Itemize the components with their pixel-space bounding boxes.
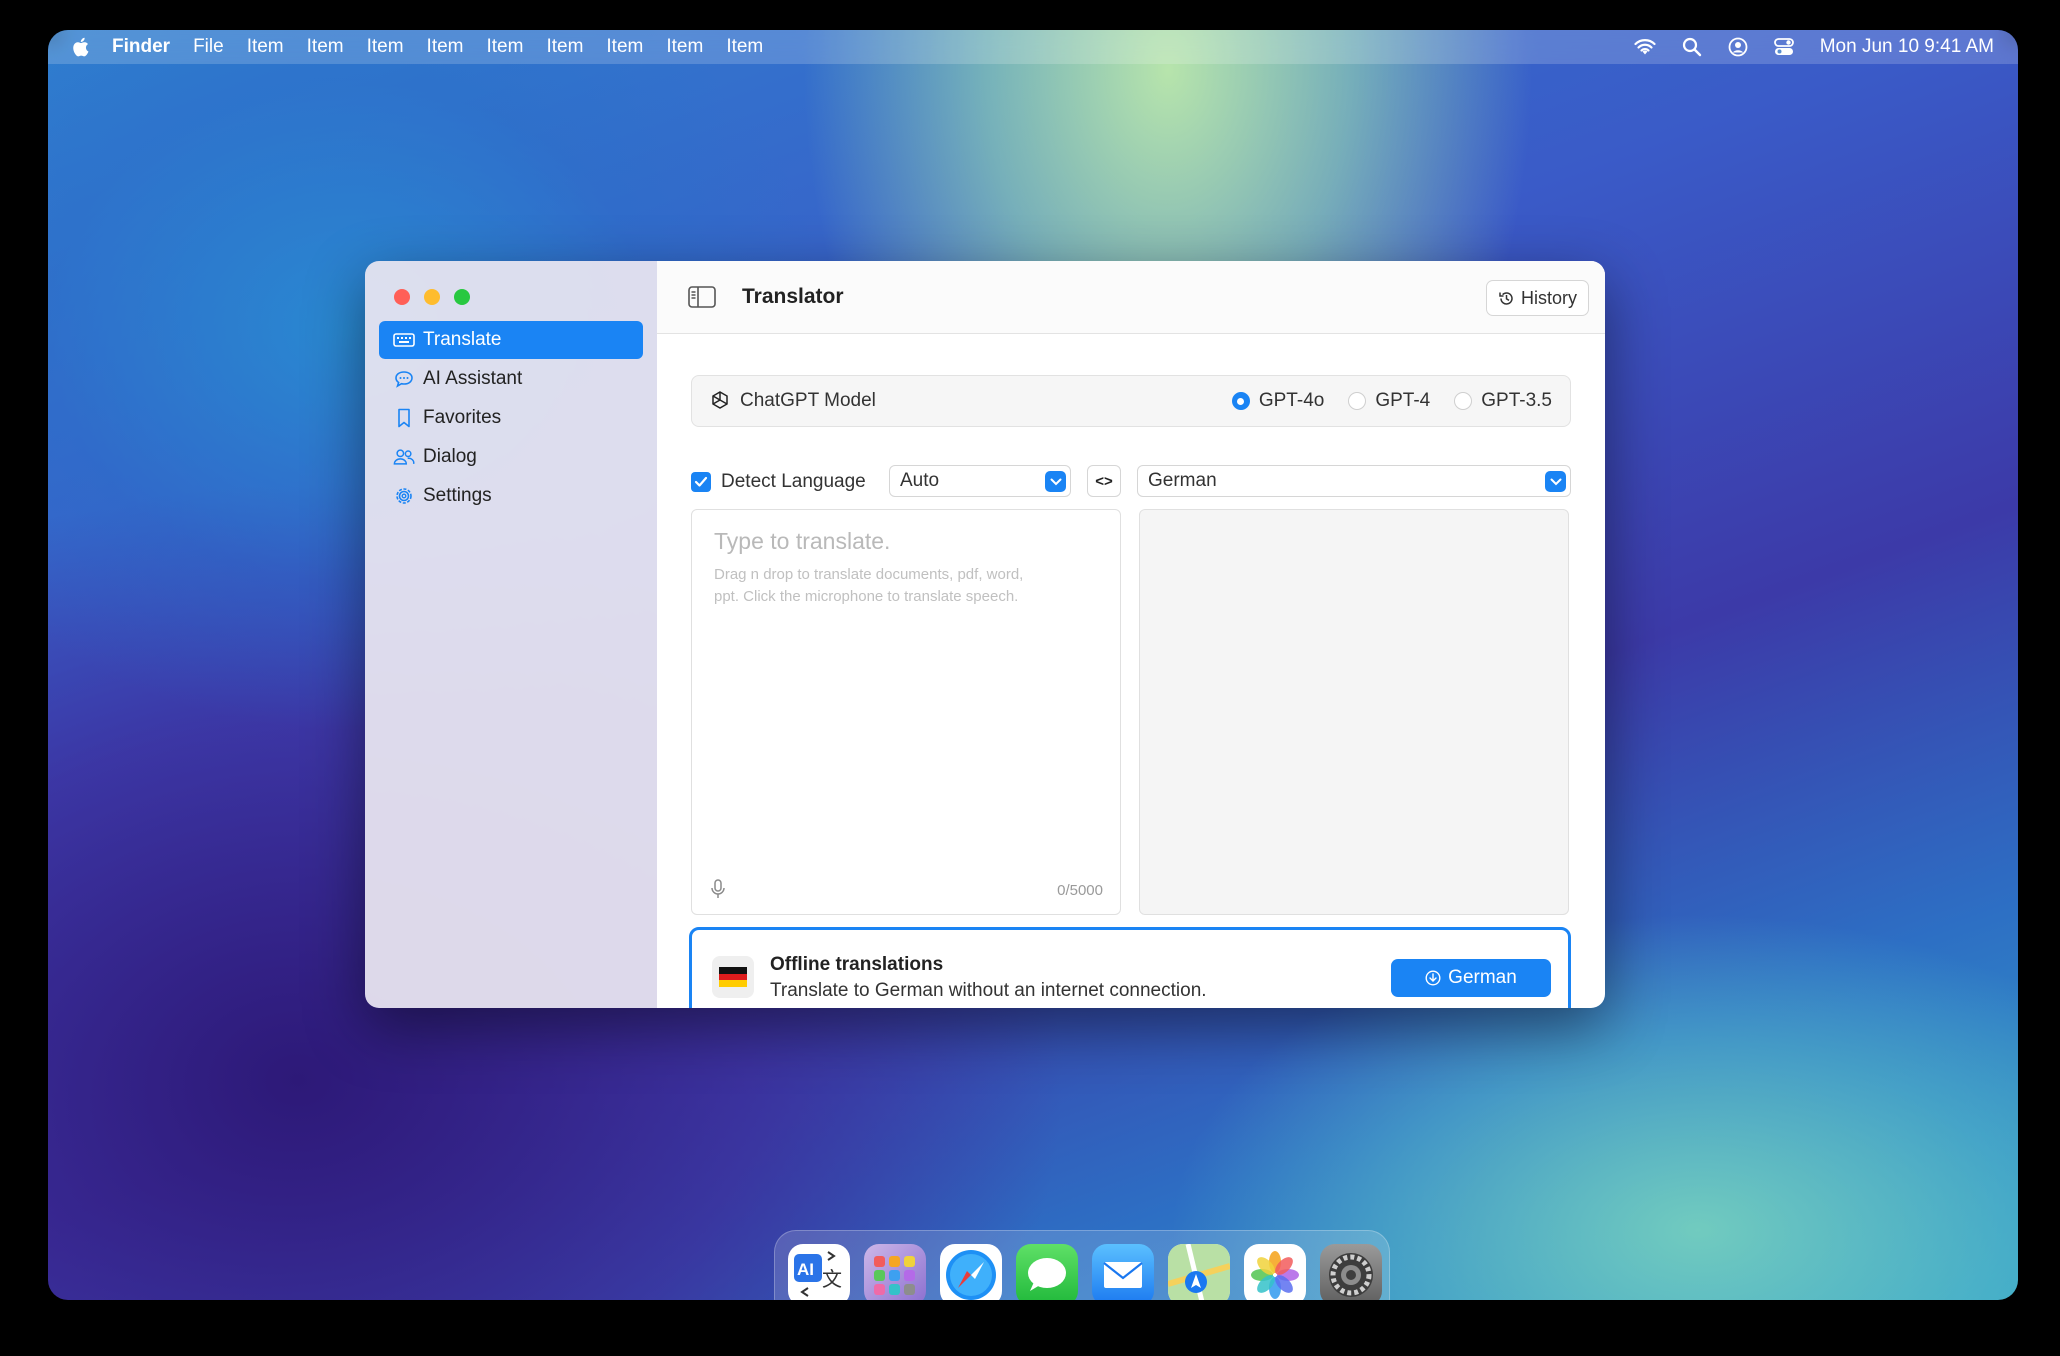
user-account-icon[interactable] <box>1728 37 1748 57</box>
minimize-button[interactable] <box>424 289 440 305</box>
model-selector-bar: ChatGPT Model GPT-4o GPT-4 GPT-3.5 <box>691 375 1571 427</box>
source-text-input[interactable]: Type to translate. Drag n drop to transl… <box>691 509 1121 915</box>
apple-menu-icon[interactable] <box>70 36 90 58</box>
window-title: Translator <box>742 285 844 308</box>
chevron-down-icon <box>1545 471 1566 492</box>
gear-icon <box>393 485 415 507</box>
download-german-button[interactable]: German <box>1391 959 1551 997</box>
sidebar-toggle-icon[interactable] <box>688 286 716 308</box>
model-option-gpt-3-5[interactable]: GPT-3.5 <box>1454 390 1552 412</box>
sidebar-item-label: Favorites <box>423 407 502 428</box>
sidebar-item-settings[interactable]: Settings <box>379 477 643 515</box>
wifi-icon[interactable] <box>1634 38 1656 56</box>
translator-window: Translate AI Assistant Favorites Dialog <box>365 261 1605 1008</box>
sidebar-item-label: Dialog <box>423 446 477 467</box>
chat-bubble-icon <box>393 368 415 390</box>
german-flag-icon <box>712 956 754 998</box>
menu-item[interactable]: Item <box>546 36 583 58</box>
swap-languages-button[interactable]: <> <box>1087 465 1121 497</box>
history-clock-icon <box>1499 291 1513 305</box>
menu-item[interactable]: Item <box>487 36 524 58</box>
translation-output <box>1139 509 1569 915</box>
dock-maps-icon[interactable] <box>1168 1244 1230 1300</box>
sidebar-item-translate[interactable]: Translate <box>379 321 643 359</box>
toolbar: Translator History <box>657 261 1605 334</box>
model-radio-group: GPT-4o GPT-4 GPT-3.5 <box>1231 376 1552 426</box>
zoom-button[interactable] <box>454 289 470 305</box>
target-language-value: German <box>1148 470 1217 491</box>
detect-language-checkbox[interactable]: Detect Language <box>691 471 866 493</box>
window-controls <box>394 289 470 305</box>
menu-app-name[interactable]: Finder <box>112 36 170 58</box>
sidebar-item-dialog[interactable]: Dialog <box>379 438 643 476</box>
checkmark-icon <box>694 476 708 487</box>
keyboard-icon <box>393 329 415 351</box>
offline-description: Translate to German without an internet … <box>770 980 1207 1001</box>
menu-clock[interactable]: Mon Jun 10 9:41 AM <box>1820 36 1994 58</box>
dock-messages-icon[interactable] <box>1016 1244 1078 1300</box>
menu-item[interactable]: Item <box>307 36 344 58</box>
menu-item[interactable]: Item <box>427 36 464 58</box>
spotlight-search-icon[interactable] <box>1682 37 1702 57</box>
detect-language-label: Detect Language <box>721 471 866 492</box>
dock-system-settings-icon[interactable] <box>1320 1244 1382 1300</box>
sidebar-item-label: Translate <box>423 329 502 350</box>
dock-mail-icon[interactable] <box>1092 1244 1154 1300</box>
dock: AI 文 <box>774 1230 1390 1300</box>
source-language-value: Auto <box>900 470 940 491</box>
radio-button[interactable] <box>1348 392 1367 410</box>
radio-button[interactable] <box>1231 392 1250 410</box>
character-count: 0/5000 <box>1057 882 1103 899</box>
history-label: History <box>1520 287 1577 308</box>
model-option-label: GPT-3.5 <box>1481 390 1552 411</box>
people-icon <box>393 446 415 468</box>
sidebar-item-label: Settings <box>423 485 492 506</box>
control-center-icon[interactable] <box>1773 38 1794 56</box>
source-hint: Drag n drop to translate documents, pdf,… <box>714 566 1024 605</box>
swap-label: <> <box>1095 472 1113 490</box>
checkbox[interactable] <box>691 472 711 492</box>
bookmark-icon <box>393 407 415 429</box>
language-row: Detect Language Auto <> German <box>691 465 1571 497</box>
chevron-down-icon <box>1045 471 1066 492</box>
dock-safari-icon[interactable] <box>940 1244 1002 1300</box>
menu-bar: Finder File Item Item Item Item Item Ite… <box>48 30 2018 64</box>
model-label: ChatGPT Model <box>740 390 876 411</box>
close-button[interactable] <box>394 289 410 305</box>
menu-item[interactable]: Item <box>726 36 763 58</box>
menu-item[interactable]: Item <box>606 36 643 58</box>
model-option-label: GPT-4o <box>1258 390 1325 411</box>
dock-photos-icon[interactable] <box>1244 1244 1306 1300</box>
main-content: Translator History ChatGPT Model GPT-4o … <box>657 261 1605 1008</box>
target-language-select[interactable]: German <box>1137 465 1571 497</box>
svg-text:文: 文 <box>822 1267 842 1291</box>
model-option-gpt-4o[interactable]: GPT-4o <box>1231 390 1325 412</box>
download-button-label: German <box>1448 967 1517 988</box>
sidebar-item-ai-assistant[interactable]: AI Assistant <box>379 360 643 398</box>
offline-translations-banner: Offline translations Translate to German… <box>689 927 1571 1008</box>
dock-launchpad-icon[interactable] <box>864 1244 926 1300</box>
history-button[interactable]: History <box>1485 280 1589 316</box>
model-option-gpt-4[interactable]: GPT-4 <box>1348 390 1430 412</box>
menu-item-file[interactable]: File <box>193 36 224 58</box>
microphone-icon[interactable] <box>710 878 726 900</box>
sidebar-item-favorites[interactable]: Favorites <box>379 399 643 437</box>
download-icon <box>1425 970 1441 986</box>
model-option-label: GPT-4 <box>1375 390 1431 411</box>
source-language-select[interactable]: Auto <box>889 465 1071 497</box>
sidebar-item-label: AI Assistant <box>423 368 523 389</box>
sidebar: Translate AI Assistant Favorites Dialog <box>365 261 657 1008</box>
menu-item[interactable]: Item <box>367 36 404 58</box>
svg-text:AI: AI <box>797 1260 814 1279</box>
menu-item[interactable]: Item <box>247 36 284 58</box>
openai-logo-icon <box>712 391 728 409</box>
radio-button[interactable] <box>1454 392 1473 410</box>
menu-item[interactable]: Item <box>666 36 703 58</box>
dock-translator-app-icon[interactable]: AI 文 <box>788 1244 850 1300</box>
source-placeholder: Type to translate. <box>714 528 891 554</box>
offline-title: Offline translations <box>770 954 944 975</box>
sidebar-nav: Translate AI Assistant Favorites Dialog <box>379 321 643 516</box>
